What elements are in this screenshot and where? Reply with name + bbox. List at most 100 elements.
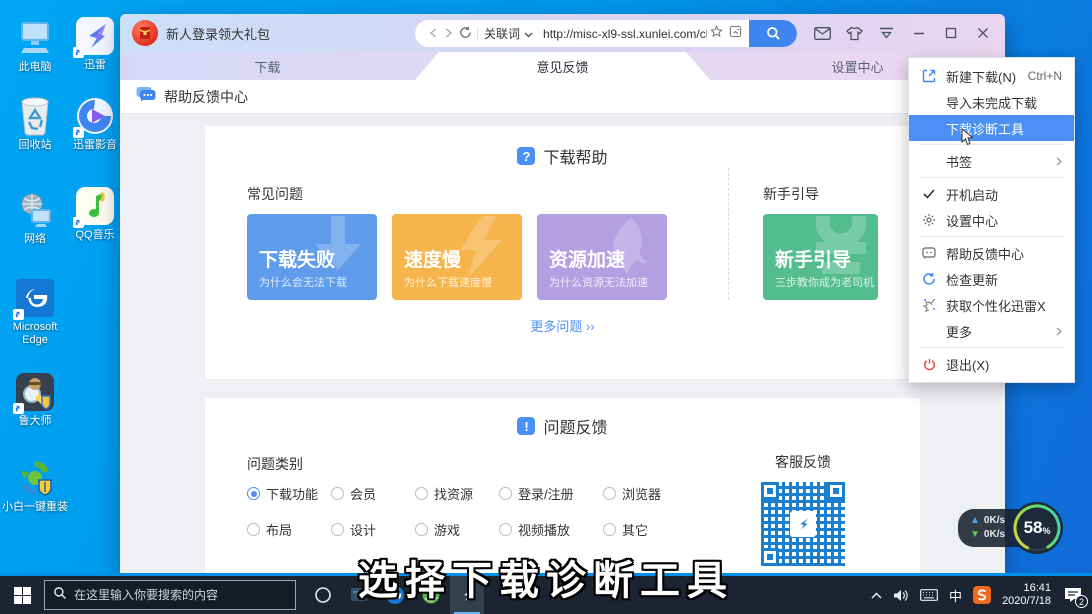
clock-time: 16:41 [1023,582,1051,594]
customer-service-qr-code [761,482,845,566]
radio-find-resource[interactable]: 找资源 [415,484,499,503]
clock-date: 2020/7/18 [1002,595,1051,607]
ime-indicator[interactable]: 中 [949,586,962,605]
bookmark-add-icon[interactable] [729,25,742,43]
menu-item-new-download[interactable]: 新建下载(N) Ctrl+N [909,63,1074,89]
menu-item-more[interactable]: 更多 [909,318,1074,344]
taskbar-clock[interactable]: 16:41 2020/7/18 [1002,582,1051,608]
qr-label: 客服反馈 [728,452,878,472]
xunlei-logo-icon [790,511,816,537]
menu-separator [919,177,1064,178]
lightning-watermark-icon [452,216,518,278]
desktop-icon-edge[interactable]: Microsoft Edge [3,278,67,347]
desktop: 此电脑 迅雷 回收站 迅雷影音 网络 QQ音乐 [0,0,1092,614]
usage-percent-circle[interactable]: 58% [1009,500,1065,556]
menu-item-settings[interactable]: 设置中心 [909,207,1074,233]
faq-card-slow-speed[interactable]: 速度慢 为什么下载速度慢 [392,214,522,300]
titlebar-icons [814,25,995,42]
menu-item-personalized[interactable]: 获取个性化迅雷X [909,292,1074,318]
desktop-icon-ludashi[interactable]: 鲁大师 [6,372,64,428]
tab-download[interactable]: 下载 [120,52,415,80]
qq-music-icon [75,186,115,226]
guide-card[interactable]: 新手引导 三步教你成为老司机 [763,214,878,300]
this-pc-icon [15,18,55,58]
taskbar-search[interactable] [44,580,296,610]
ludashi-icon [15,372,55,412]
skin-icon[interactable] [846,25,863,42]
radio-dot-icon [415,487,428,500]
refresh-icon[interactable] [457,26,473,42]
volume-icon[interactable] [893,589,909,602]
desktop-icon-this-pc[interactable]: 此电脑 [6,18,64,74]
radio-browser[interactable]: 浏览器 [603,484,683,503]
taskbar-search-input[interactable] [74,588,274,602]
hidden-icons-chevron[interactable] [871,592,882,599]
taskbar-cortana-button[interactable] [306,576,340,614]
desktop-icon-xiaobai[interactable]: 小白一键重装 [2,458,68,514]
desktop-icon-recycle-bin[interactable]: 回收站 [6,96,64,152]
menu-item-download-diagnostic[interactable]: 下载诊断工具 [909,115,1074,141]
chevron-right-icon [1056,154,1062,169]
back-icon[interactable] [425,26,441,41]
keyword-dropdown[interactable]: 关联词 [484,25,520,42]
address-bar[interactable]: 关联词 http://misc-xl9-ssl.xunlei.com/cli [415,20,797,47]
menu-item-exit[interactable]: 退出(X) [909,351,1074,377]
start-button[interactable] [0,576,44,614]
radio-login[interactable]: 登录/注册 [499,484,603,503]
upload-arrow-icon: ▲ [970,514,980,528]
upload-speed: 0K/s [984,514,1005,528]
menu-item-bookmarks[interactable]: 书签 [909,148,1074,174]
minimize-button[interactable] [910,25,927,42]
download-arrow-icon: ▼ [970,528,980,542]
network-icon [15,190,55,230]
action-center-icon[interactable]: 2 [1062,584,1084,606]
page-content: 帮助反馈中心 ? 下载帮助 常见问题 下载失败 为什么会无法下 [120,80,1005,573]
promo-banner[interactable]: 新人登录领大礼包 [132,20,270,46]
message-icon[interactable] [814,25,831,42]
radio-dot-icon [603,523,616,536]
chevron-down-icon[interactable] [524,25,533,43]
system-tray: 中 16:41 2020/7/18 2 [871,582,1092,608]
question-badge-icon: ? [517,147,535,165]
desktop-icon-qq-music[interactable]: QQ音乐 [66,186,124,242]
radio-other[interactable]: 其它 [603,520,683,539]
faq-label: 常见问题 [247,184,694,204]
radio-layout[interactable]: 布局 [247,520,331,539]
desktop-icon-xunlei[interactable]: 迅雷 [66,16,124,72]
search-button[interactable] [749,20,797,47]
problem-feedback-section: ! 问题反馈 问题类别 下载功能 会员 找资源 登录/注册 浏览器 布局 设 [205,398,920,573]
forward-icon[interactable] [441,26,457,41]
desktop-icon-xunlei-player[interactable]: 迅雷影音 [66,96,124,152]
url-text[interactable]: http://misc-xl9-ssl.xunlei.com/cli [543,27,707,41]
page-header: 帮助反馈中心 [120,80,1005,114]
menu-item-import-unfinished[interactable]: 导入未完成下载 [909,89,1074,115]
radio-video[interactable]: 视频播放 [499,520,603,539]
close-button[interactable] [974,25,991,42]
menu-item-check-update[interactable]: 检查更新 [909,266,1074,292]
help-title: 下载帮助 [543,144,607,168]
radio-member[interactable]: 会员 [331,484,415,503]
maximize-button[interactable] [942,25,959,42]
main-menu-icon[interactable] [878,25,895,42]
speed-monitor-widget[interactable]: ▲0K/s ▼0K/s 58% [958,500,1065,556]
more-questions-link[interactable]: 更多问题 ›› [205,316,920,335]
menu-item-help-center[interactable]: 帮助反馈中心 [909,240,1074,266]
radio-game[interactable]: 游戏 [415,520,499,539]
ox-watermark-icon [808,216,874,276]
radio-design[interactable]: 设计 [331,520,415,539]
menu-item-startup[interactable]: 开机启动 [909,181,1074,207]
xunlei-player-icon [75,96,115,136]
faq-card-resource-boost[interactable]: 资源加速 为什么资源无法加速 [537,214,667,300]
touch-keyboard-icon[interactable] [920,589,938,601]
page-title: 帮助反馈中心 [164,87,248,107]
magic-sparkle-icon [921,297,937,313]
desktop-icon-network[interactable]: 网络 [6,190,64,246]
sogou-input-icon[interactable] [973,586,991,604]
radio-dot-icon [603,487,616,500]
star-icon[interactable] [710,25,723,43]
radio-download-function[interactable]: 下载功能 [247,484,331,503]
tab-feedback[interactable]: 意见反馈 [415,52,710,80]
faq-card-download-fail[interactable]: 下载失败 为什么会无法下载 [247,214,377,300]
edge-icon [15,278,55,318]
menu-separator [919,236,1064,237]
